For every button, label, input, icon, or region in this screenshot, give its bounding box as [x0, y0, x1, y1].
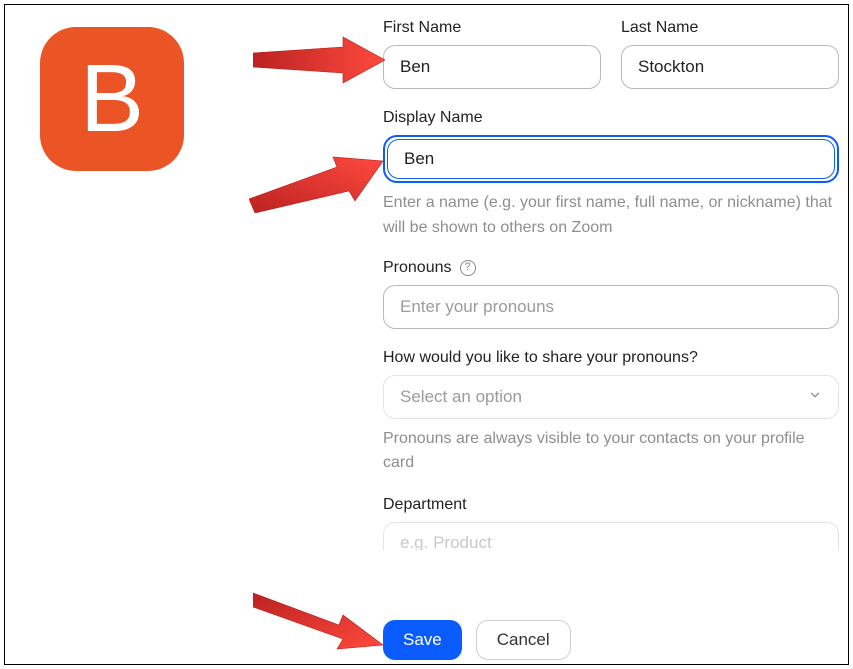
first-name-label: First Name	[383, 19, 601, 37]
help-icon[interactable]: ?	[460, 260, 476, 276]
avatar-initial: B	[80, 51, 144, 147]
last-name-field: Last Name	[621, 19, 839, 89]
cancel-button[interactable]: Cancel	[476, 620, 571, 660]
save-button[interactable]: Save	[383, 620, 462, 660]
pronouns-share-selected: Select an option	[400, 387, 522, 407]
department-label: Department	[383, 496, 839, 514]
department-input[interactable]: e.g. Product	[383, 522, 839, 550]
avatar[interactable]: B	[40, 27, 184, 171]
last-name-label: Last Name	[621, 19, 839, 37]
annotation-arrow-icon	[253, 35, 385, 85]
chevron-down-icon	[808, 387, 822, 407]
department-placeholder: e.g. Product	[400, 533, 492, 550]
display-name-input[interactable]	[387, 139, 835, 179]
display-name-field: Display Name Enter a name (e.g. your fir…	[383, 109, 839, 241]
pronouns-input[interactable]	[383, 285, 839, 329]
pronouns-share-select[interactable]: Select an option	[383, 375, 839, 419]
display-name-label: Display Name	[383, 109, 839, 127]
pronouns-label-text: Pronouns	[383, 259, 452, 277]
display-name-hint: Enter a name (e.g. your first name, full…	[383, 191, 839, 241]
first-name-field: First Name	[383, 19, 601, 89]
last-name-input[interactable]	[621, 45, 839, 89]
pronouns-share-field: How would you like to share your pronoun…	[383, 349, 839, 477]
profile-edit-panel: B First Name Last Name Display Name Ente…	[4, 4, 849, 665]
first-name-input[interactable]	[383, 45, 601, 89]
pronouns-share-label: How would you like to share your pronoun…	[383, 349, 839, 367]
scroll-fade	[10, 599, 843, 613]
pronouns-share-hint: Pronouns are always visible to your cont…	[383, 427, 839, 477]
department-field: Department e.g. Product	[383, 496, 839, 550]
profile-form: First Name Last Name Display Name Enter …	[383, 19, 839, 550]
pronouns-label: Pronouns ?	[383, 259, 839, 277]
pronouns-field: Pronouns ?	[383, 259, 839, 329]
annotation-arrow-icon	[253, 585, 383, 657]
action-bar: Save Cancel	[383, 620, 571, 660]
annotation-arrow-icon	[249, 147, 383, 213]
